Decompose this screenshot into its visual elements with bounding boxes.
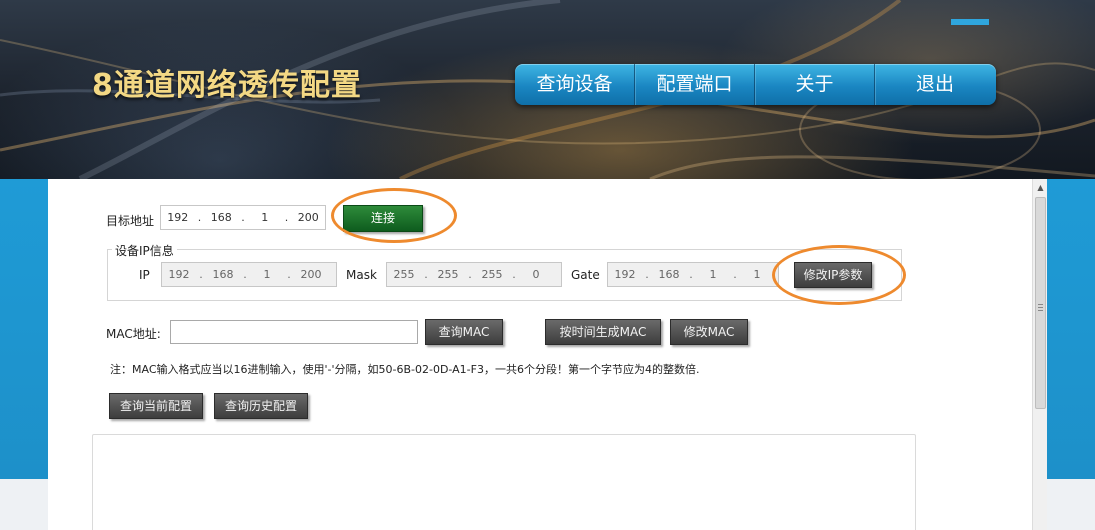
- query-history-config-button[interactable]: 查询历史配置: [214, 393, 308, 419]
- mask-octet-1: 255: [393, 268, 415, 281]
- mask-octet-3: 255: [481, 268, 503, 281]
- device-ip-octet-4: 200: [300, 268, 322, 281]
- generate-mac-button[interactable]: 按时间生成MAC: [545, 319, 661, 345]
- accent-bar: [951, 19, 989, 25]
- ip-label: IP: [139, 268, 150, 282]
- mask-label: Mask: [346, 268, 377, 282]
- output-textarea[interactable]: [92, 434, 916, 530]
- target-ip-octet-1: 192: [167, 211, 189, 224]
- gate-input[interactable]: 192. 168. 1. 1: [607, 262, 779, 287]
- device-ip-legend: 设备IP信息: [112, 242, 177, 259]
- mask-octet-4: 0: [532, 268, 540, 281]
- app-title: 8通道网络透传配置: [92, 68, 362, 103]
- scroll-up-arrow-icon[interactable]: ▲: [1033, 181, 1048, 195]
- gate-octet-4: 1: [753, 268, 761, 281]
- modify-mac-button[interactable]: 修改MAC: [670, 319, 748, 345]
- side-band-left: [0, 179, 48, 479]
- device-ip-octet-1: 192: [168, 268, 190, 281]
- side-band-right: [1047, 179, 1095, 479]
- nav-exit[interactable]: 退出: [875, 64, 995, 105]
- gate-octet-1: 192: [614, 268, 636, 281]
- gate-label: Gate: [571, 268, 600, 282]
- query-current-config-button[interactable]: 查询当前配置: [109, 393, 203, 419]
- mask-octet-2: 255: [437, 268, 459, 281]
- mac-input[interactable]: [170, 320, 418, 344]
- nav-about[interactable]: 关于: [755, 64, 875, 105]
- connect-button[interactable]: 连接: [343, 205, 423, 232]
- query-mac-button[interactable]: 查询MAC: [425, 319, 503, 345]
- target-ip-octet-4: 200: [297, 211, 319, 224]
- device-ip-octet-2: 168: [212, 268, 234, 281]
- nav-bar: 查询设备 配置端口 关于 退出: [515, 64, 996, 105]
- target-address-label: 目标地址: [106, 214, 155, 228]
- target-ip-input[interactable]: 192. 168. 1. 200: [160, 205, 326, 230]
- device-ip-input[interactable]: 192. 168. 1. 200: [161, 262, 337, 287]
- gate-octet-3: 1: [709, 268, 717, 281]
- mask-input[interactable]: 255. 255. 255. 0: [386, 262, 562, 287]
- vertical-scrollbar[interactable]: ▲: [1032, 179, 1047, 530]
- grip-lines-icon: [1038, 304, 1043, 311]
- modify-ip-button[interactable]: 修改IP参数: [794, 262, 872, 288]
- nav-config-port[interactable]: 配置端口: [635, 64, 755, 105]
- mac-format-note: 注：MAC输入格式应当以16进制输入，使用'-'分隔，如50-6B-02-0D-…: [110, 363, 700, 376]
- scroll-thumb[interactable]: [1035, 197, 1046, 409]
- target-ip-octet-2: 168: [210, 211, 232, 224]
- nav-query-device[interactable]: 查询设备: [515, 64, 635, 105]
- mac-label: MAC地址:: [106, 327, 161, 341]
- gate-octet-2: 168: [658, 268, 680, 281]
- header-banner: 8通道网络透传配置 查询设备 配置端口 关于 退出: [0, 0, 1095, 179]
- device-ip-octet-3: 1: [263, 268, 271, 281]
- target-ip-octet-3: 1: [261, 211, 269, 224]
